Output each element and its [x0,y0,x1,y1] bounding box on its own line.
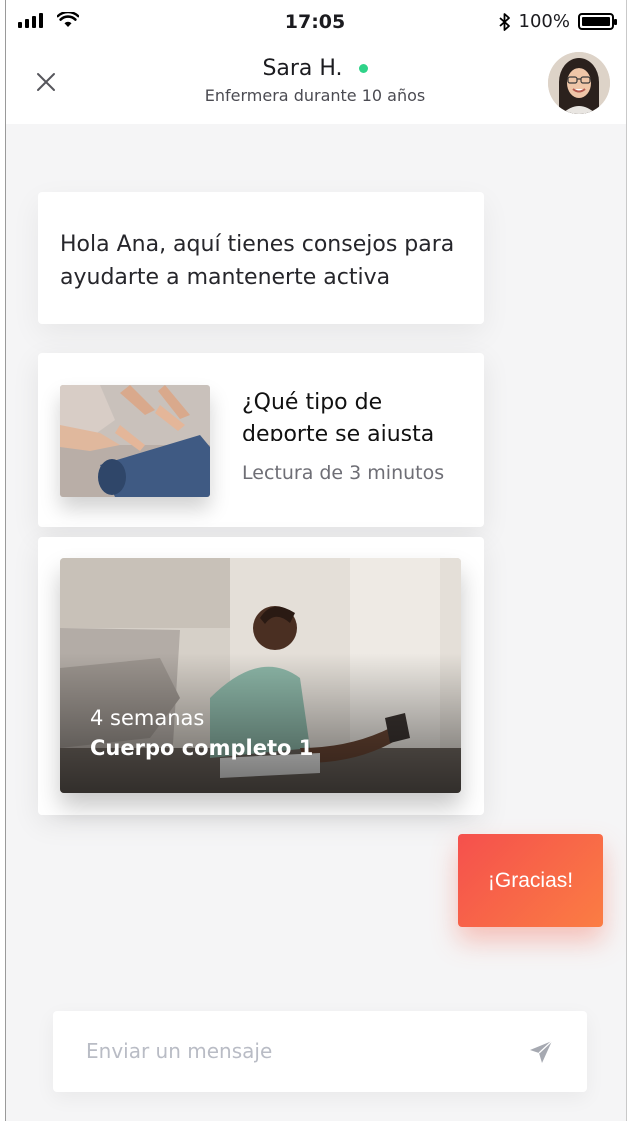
article-card[interactable]: ¿Qué tipo de deporte se ajusta Lectura d… [38,353,484,527]
avatar-photo [548,52,610,114]
status-right: 100% [498,11,617,32]
message-bubble: Hola Ana, aquí tienes consejos para ayud… [38,192,484,324]
device-frame-right [626,0,630,1121]
send-button[interactable] [525,1036,557,1068]
contact-name: Sara H. [262,56,343,81]
device-frame-left [0,0,6,1121]
contact-role: Enfermera durante 10 años [204,86,426,105]
article-read-time: Lectura de 3 minutos [242,462,445,484]
message-input[interactable] [86,1033,486,1069]
thanks-reply-button[interactable]: ¡Gracias! [458,834,603,927]
yoga-mat-photo [60,385,210,497]
program-image: 4 semanas Cuerpo completo 1 [60,558,461,793]
battery-percent: 100% [518,11,570,32]
avatar[interactable] [548,52,610,114]
program-card[interactable]: 4 semanas Cuerpo completo 1 [38,537,484,815]
chat-header: Sara H. Enfermera durante 10 años [0,44,630,124]
article-thumbnail [60,385,210,497]
message-composer [53,1011,587,1092]
bluetooth-icon [498,12,510,31]
send-icon [530,1040,553,1063]
article-title: ¿Qué tipo de deporte se ajusta [242,390,435,441]
status-bar: 17:05 100% [0,0,630,44]
battery-icon [578,13,617,30]
close-button[interactable] [30,66,62,98]
message-text: Hola Ana, aquí tienes consejos para ayud… [60,232,455,290]
contact-info: Sara H. Enfermera durante 10 años [120,56,510,105]
close-icon [37,73,55,91]
program-duration: 4 semanas [90,706,205,730]
online-status-dot [358,64,368,73]
program-title: Cuerpo completo 1 [90,736,314,760]
battery-level [582,17,610,26]
